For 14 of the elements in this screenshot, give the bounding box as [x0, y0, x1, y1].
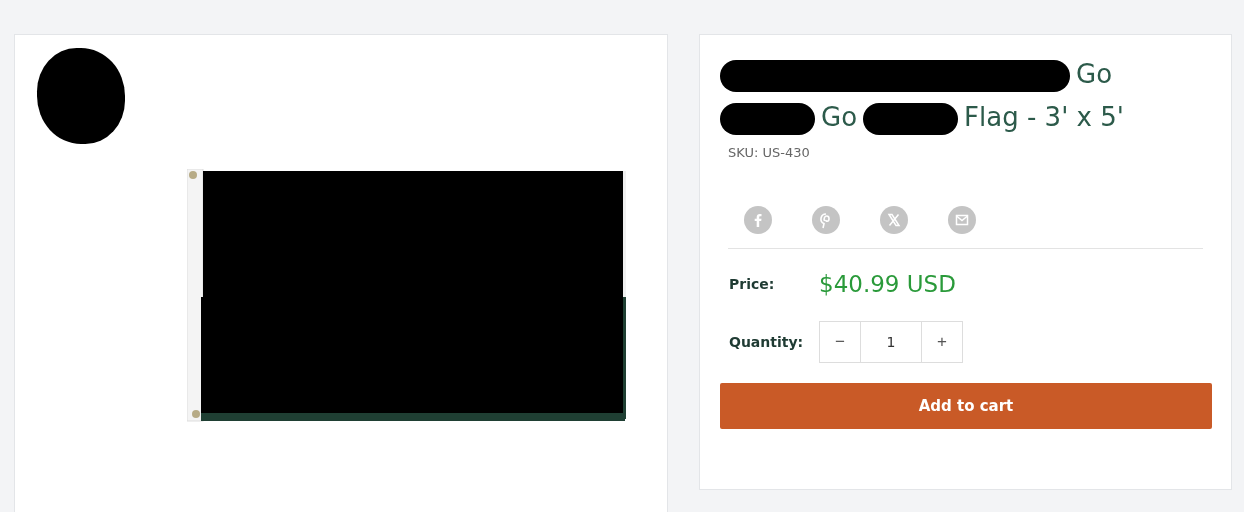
x-share-icon[interactable] — [880, 206, 908, 234]
quantity-field[interactable]: 1 — [861, 321, 921, 363]
increase-button[interactable]: + — [921, 321, 963, 363]
decrease-button[interactable]: − — [819, 321, 861, 363]
product-title: Go — [821, 102, 858, 132]
product-title: Go — [1076, 59, 1113, 89]
price-value: $40.99 USD — [819, 271, 956, 297]
product-title: Flag - 3' x 5' — [964, 102, 1124, 132]
email-share-icon[interactable] — [948, 206, 976, 234]
sku-text: SKU: US-430 — [728, 145, 811, 160]
facebook-share-icon[interactable] — [744, 206, 772, 234]
add-to-cart-button[interactable]: Add to cart — [720, 383, 1212, 429]
quantity-label: Quantity: — [729, 334, 805, 350]
price-label: Price: — [729, 276, 776, 292]
